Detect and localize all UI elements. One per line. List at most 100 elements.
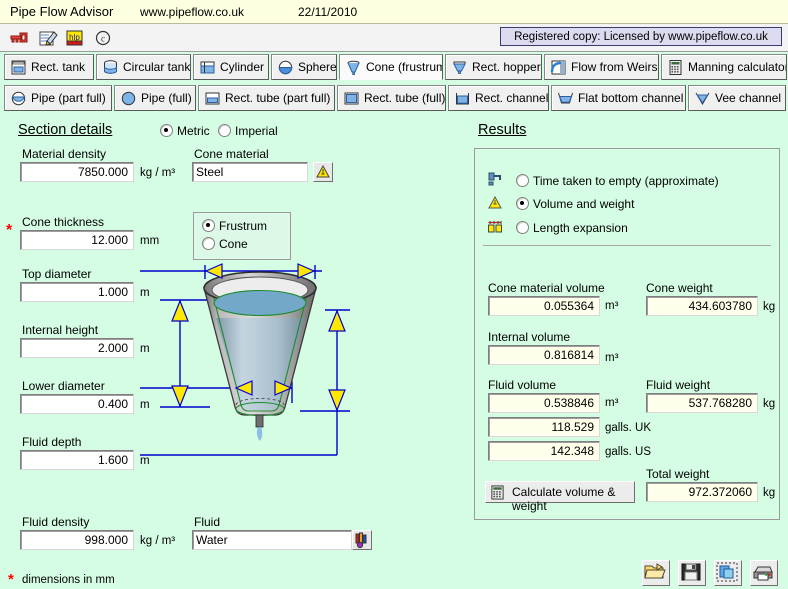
material-density-input[interactable]: 7850.000 [20,162,134,182]
tab-label: Rect. tank [31,60,85,74]
tab-rect-tank[interactable]: Rect. tank [4,54,94,80]
fluid-input[interactable]: Water [192,530,352,550]
tab-vee-channel[interactable]: Vee channel [688,85,786,111]
length-expansion-radio-dot[interactable] [516,221,529,234]
tab-label: Rect. tube (full) [364,91,445,105]
calculate-volume-weight-button[interactable]: Calculate volume & weight [485,481,635,503]
print-button[interactable] [750,560,778,586]
tab-label: Manning calculator [688,60,787,74]
footnote-text: dimensions in mm [22,574,115,586]
rect-hopper-icon [451,59,468,76]
cone-thickness-required-star: * [6,222,12,240]
notes-icon[interactable] [36,27,58,49]
tab-rect-hopper[interactable]: Rect. hopper [445,54,542,80]
tab-rect-tube-part-full[interactable]: Rect. tube (part full) [198,85,335,111]
fluid-weight-output: 537.768280 [646,393,758,413]
time-to-empty-radio-dot[interactable] [516,174,529,187]
key-icon[interactable] [8,27,30,49]
tab-label: Pipe (full) [141,91,192,105]
metric-label: Metric [177,124,210,138]
fluid-depth-input[interactable]: 1.600 [20,450,134,470]
svg-text:c: c [101,34,105,44]
fluid-volume-label: Fluid volume [488,378,556,392]
tab-manning-calculator[interactable]: Manning calculator [661,54,787,80]
rect-tube-full-icon [343,90,360,107]
cone-material-input[interactable]: Steel [192,162,308,182]
tab-rect-channel[interactable]: Rect. channel [448,85,549,111]
top-diameter-input[interactable]: 1.000 [20,282,134,302]
material-picker-icon[interactable] [313,162,333,182]
shape-type-group: Frustrum Cone [193,212,291,260]
shape-tab-bar: Rect. tank Circular tank Cylinder Sphere… [0,53,788,115]
material-density-label: Material density [22,147,106,161]
tab-flow-from-weirs[interactable]: Flow from Weirs [544,54,659,80]
tab-row-1: Rect. tank Circular tank Cylinder Sphere… [0,53,788,83]
tab-label: Pipe (part full) [31,91,106,105]
cone-thickness-label: Cone thickness [22,215,104,229]
save-button[interactable] [678,560,706,586]
copyright-icon[interactable]: c [92,27,114,49]
flat-bottom-channel-icon [557,90,574,107]
volume-weight-radio-dot[interactable] [516,197,529,210]
cone-material-volume-label: Cone material volume [488,281,605,295]
pipe-part-full-icon [10,90,27,107]
internal-volume-unit: m³ [605,352,618,364]
fluid-density-input[interactable]: 998.000 [20,530,134,550]
weir-flow-icon [550,59,567,76]
calculator-icon [667,59,684,76]
rect-tank-icon [10,59,27,76]
tab-rect-tube-full[interactable]: Rect. tube (full) [337,85,446,111]
fluid-volume-unit: m³ [605,397,618,409]
open-button[interactable] [642,560,670,586]
tab-cone-frustrum[interactable]: Cone (frustrum) [339,54,443,80]
cone-thickness-unit: mm [140,235,159,247]
tab-label: Cone (frustrum) [366,60,443,74]
galls-uk-unit: galls. UK [605,422,651,434]
results-title: Results [478,122,526,138]
pipe-full-icon [120,90,137,107]
lower-diameter-input[interactable]: 0.400 [20,394,134,414]
frustrum-radio-dot[interactable] [202,219,215,232]
tab-pipe-full[interactable]: Pipe (full) [114,85,196,111]
fluid-picker-icon[interactable] [352,530,372,550]
unit-imperial-radio[interactable]: Imperial [218,124,278,138]
unit-metric-radio[interactable]: Metric [160,124,210,138]
tab-label: Rect. tube (part full) [225,91,330,105]
cone-weight-label: Cone weight [646,281,713,295]
result-mode-volume-weight-icon [487,195,503,211]
result-mode-time-to-empty[interactable]: Time taken to empty (approximate) [516,174,719,188]
fluid-weight-unit: kg [763,398,775,410]
current-date: 22/11/2010 [298,5,357,19]
help-icon[interactable]: hlp [64,27,86,49]
tab-cylinder[interactable]: Cylinder [193,54,269,80]
metric-radio-dot[interactable] [160,124,173,137]
tab-label: Vee channel [715,91,781,105]
imperial-radio-dot[interactable] [218,124,231,137]
tab-sphere[interactable]: Sphere [271,54,337,80]
total-weight-label: Total weight [646,467,709,481]
result-mode-volume-weight[interactable]: Volume and weight [516,197,634,211]
results-divider-1 [483,245,771,246]
tab-pipe-part-full[interactable]: Pipe (part full) [4,85,112,111]
tab-label: Flat bottom channel [578,91,683,105]
fluid-depth-label: Fluid depth [22,435,81,449]
tab-flat-bottom-channel[interactable]: Flat bottom channel [551,85,686,111]
cone-radio-dot[interactable] [202,237,215,250]
shape-option-cone[interactable]: Cone [202,237,248,251]
result-mode-length-expansion[interactable]: Length expansion [516,221,628,235]
cone-material-volume-output: 0.055364 [488,296,600,316]
calculator-icon [490,485,505,500]
fluid-label: Fluid [194,515,220,529]
circular-tank-icon [102,59,119,76]
vee-channel-icon [694,90,711,107]
internal-height-input[interactable]: 2.000 [20,338,134,358]
tab-label: Sphere [298,60,337,74]
rect-tube-part-full-icon [204,90,221,107]
tab-circular-tank[interactable]: Circular tank [96,54,191,80]
imperial-label: Imperial [235,124,278,138]
fluid-density-label: Fluid density [22,515,89,529]
copy-button[interactable] [714,560,742,586]
cone-thickness-input[interactable]: 12.000 [20,230,134,250]
tab-label: Rect. hopper [472,60,541,74]
shape-option-frustrum[interactable]: Frustrum [202,219,267,233]
